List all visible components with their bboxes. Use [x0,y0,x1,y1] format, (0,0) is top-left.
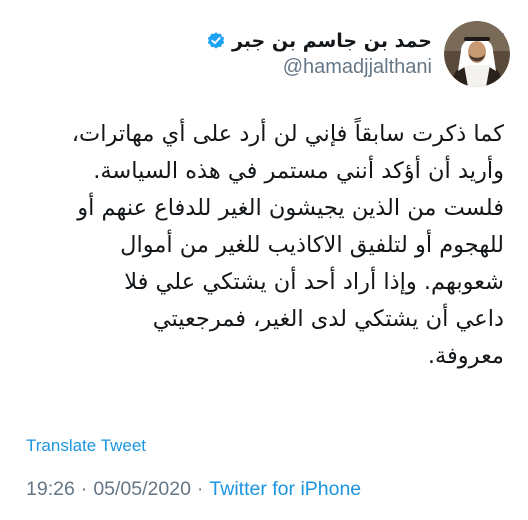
name-row: حمد بن جاسم بن جبر [206,30,432,52]
verified-badge-icon [207,31,225,49]
tweet-time[interactable]: 19:26 [26,478,75,500]
translate-tweet-link[interactable]: Translate Tweet [26,436,146,456]
tweet-card: حمد بن جاسم بن جبر @hamadjjalthani كما ذ… [0,0,528,520]
tweet-meta: 19:26 · 05/05/2020 · Twitter for iPhone [26,478,361,501]
user-handle[interactable]: @hamadjjalthani [283,56,432,79]
tweet-date[interactable]: 05/05/2020 [93,478,191,500]
meta-separator-2: · [196,478,204,500]
display-name[interactable]: حمد بن جاسم بن جبر [232,30,432,52]
meta-separator: · [80,478,88,500]
avatar[interactable] [444,21,510,87]
tweet-header: حمد بن جاسم بن جبر @hamadjjalthani [206,18,510,90]
author-names: حمد بن جاسم بن جبر @hamadjjalthani [206,30,432,79]
tweet-body: كما ذكرت سابقاً فإني لن أرد على أي مهاتر… [71,121,504,369]
tweet-source-link[interactable]: Twitter for iPhone [209,478,361,500]
